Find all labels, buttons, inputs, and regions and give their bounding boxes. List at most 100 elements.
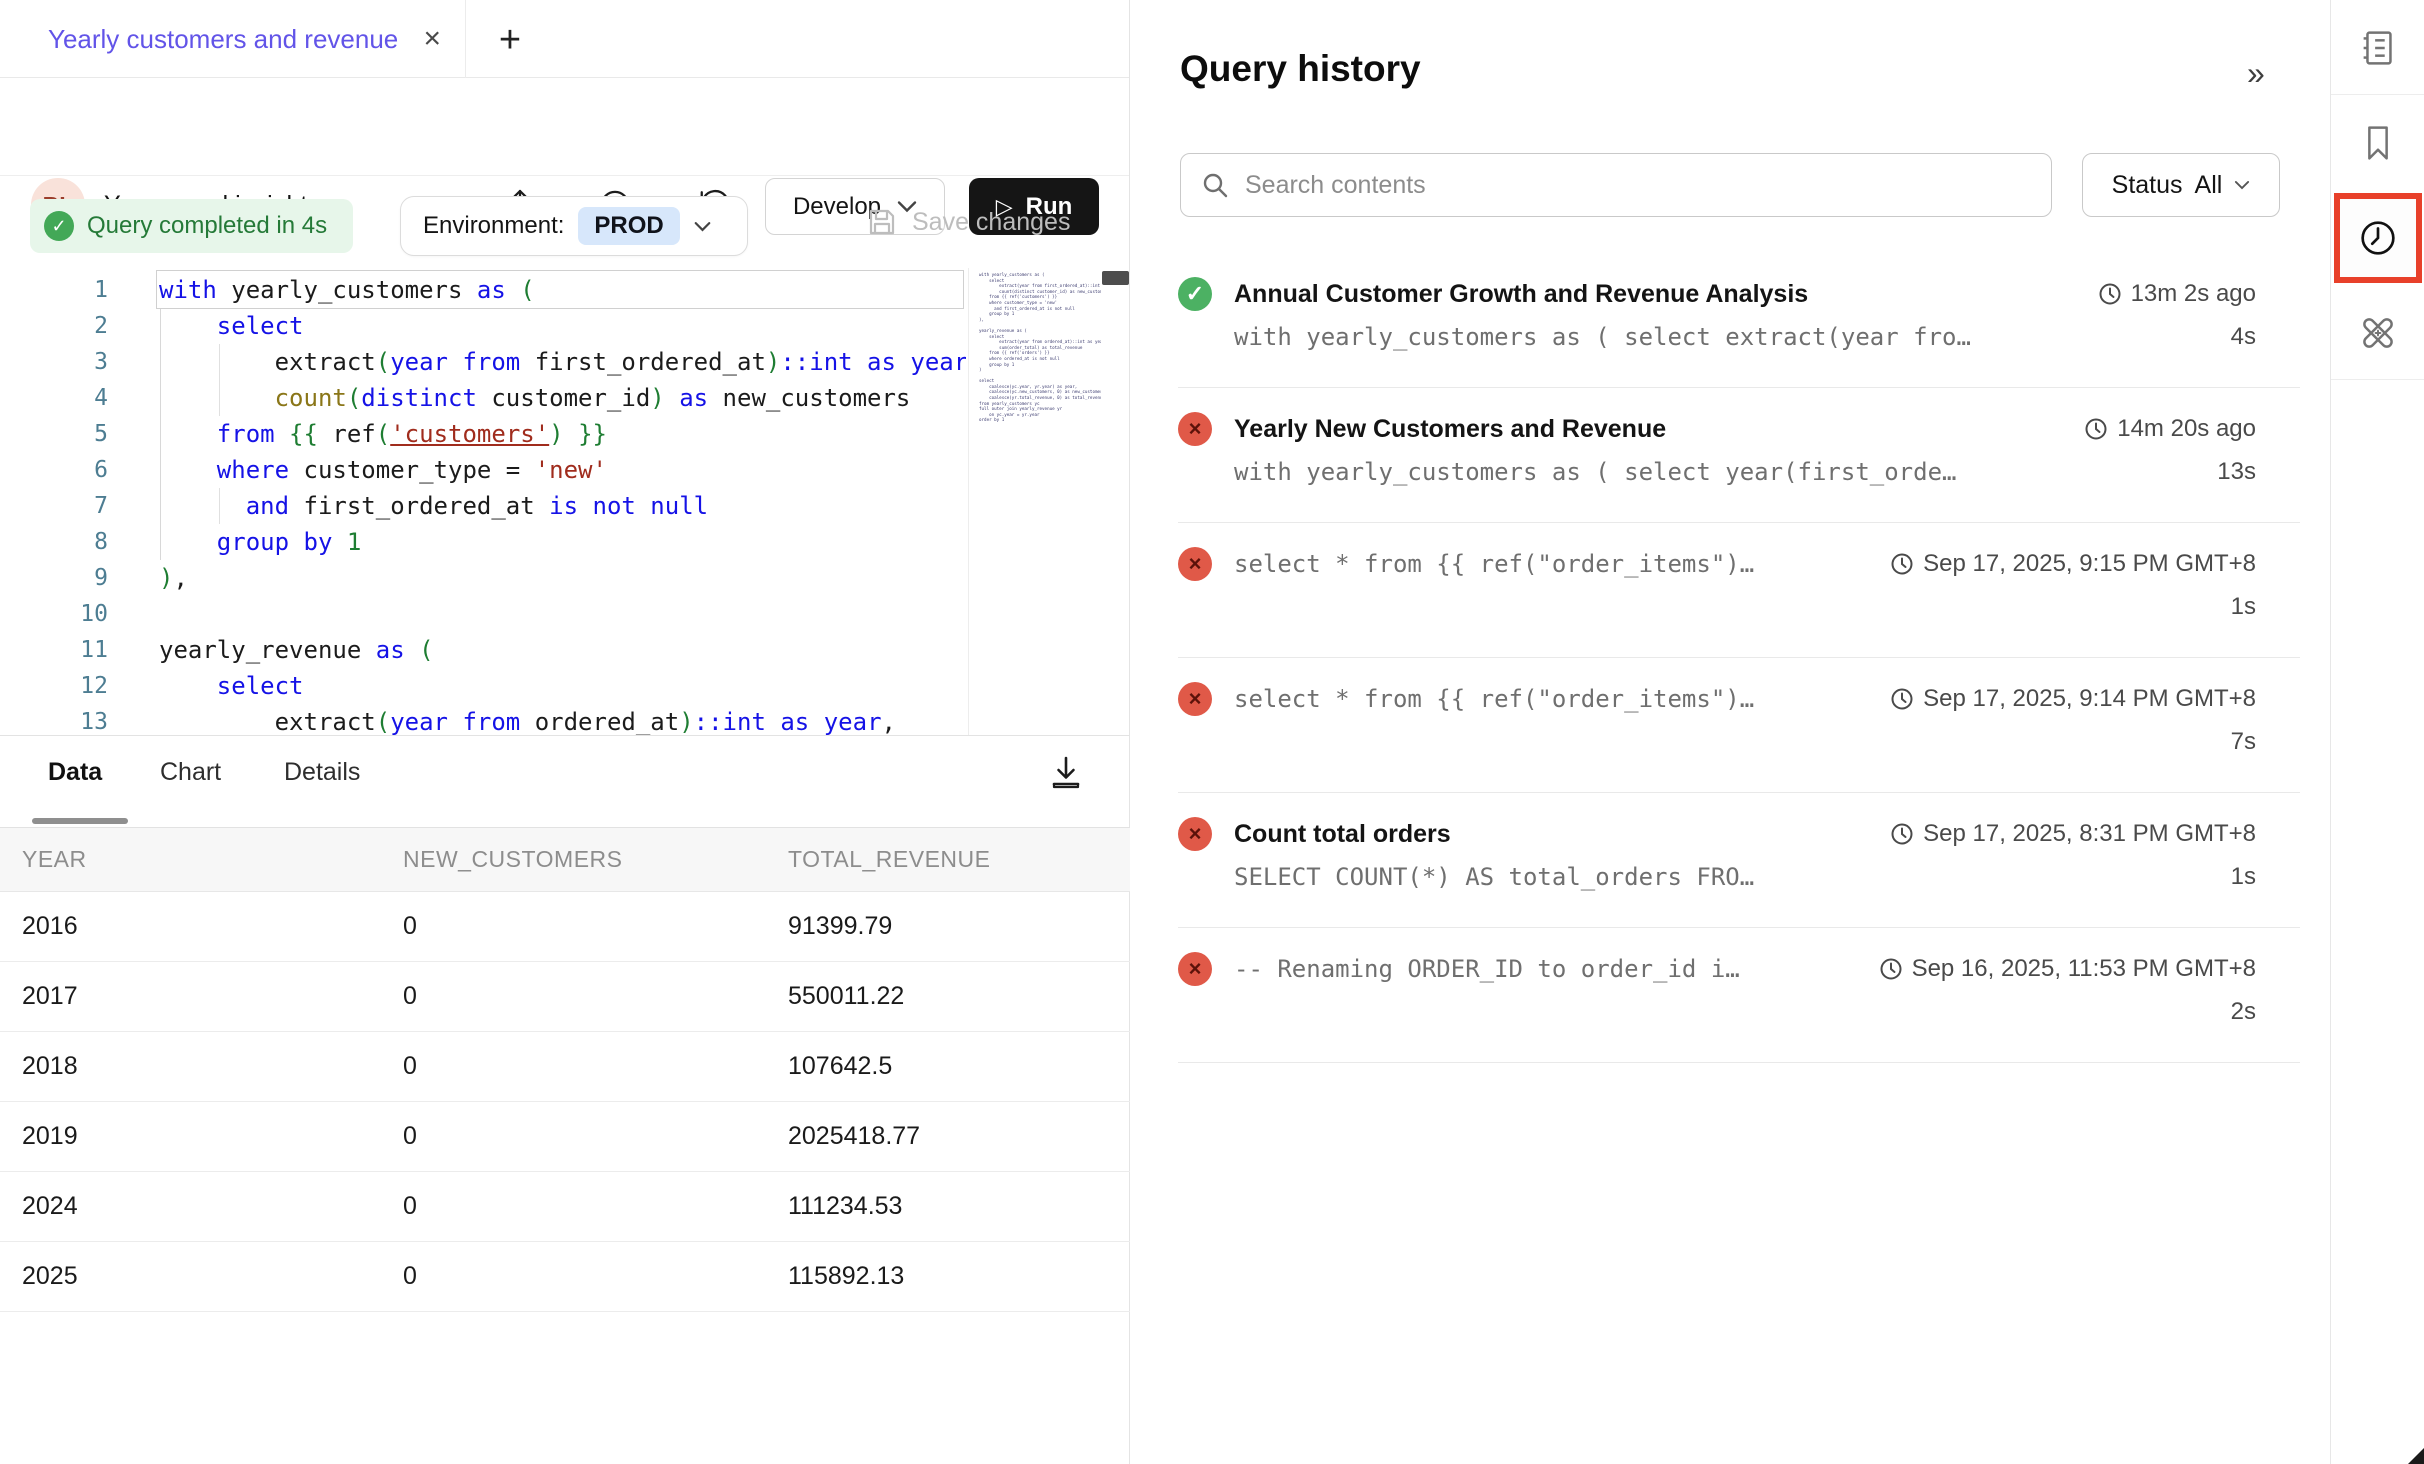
- save-changes-button[interactable]: Save changes: [866, 206, 1070, 238]
- code-line[interactable]: extract(year from first_ordered_at)::int…: [0, 344, 966, 380]
- check-circle-icon: ✓: [44, 211, 74, 241]
- scrollbar-thumb[interactable]: [1102, 271, 1129, 285]
- save-changes-label: Save changes: [912, 208, 1070, 237]
- history-entry[interactable]: × -- Renaming ORDER_ID to order_id i… Se…: [1178, 928, 2300, 1063]
- entry-title: Count total orders: [1234, 820, 1451, 849]
- table-header: YEAR NEW_CUSTOMERS TOTAL_REVENUE: [0, 828, 1130, 892]
- entry-title: Annual Customer Growth and Revenue Analy…: [1234, 280, 1808, 309]
- code-line[interactable]: extract(year from ordered_at)::int as ye…: [0, 704, 966, 735]
- entry-duration: 2s: [2231, 998, 2256, 1026]
- column-header-new-customers: NEW_CUSTOMERS: [403, 846, 623, 873]
- entry-duration: 1s: [2231, 593, 2256, 621]
- error-status-icon: ×: [1178, 547, 1212, 581]
- cell-total-revenue: 115892.13: [788, 1262, 904, 1291]
- entry-query-title: -- Renaming ORDER_ID to order_id i…: [1234, 955, 1740, 983]
- table-row: 2017 0 550011.22: [0, 962, 1130, 1032]
- tab-yearly-customers[interactable]: Yearly customers and revenue ×: [0, 0, 466, 78]
- close-tab-icon[interactable]: ×: [423, 24, 441, 54]
- cell-total-revenue: 111234.53: [788, 1192, 902, 1221]
- new-tab-button[interactable]: +: [488, 18, 532, 62]
- chevron-down-icon: [694, 221, 711, 232]
- code-line[interactable]: with yearly_customers as (: [0, 272, 966, 308]
- bookmark-icon[interactable]: [2331, 95, 2424, 190]
- tab-title: Yearly customers and revenue: [48, 24, 398, 55]
- history-entry[interactable]: ✓ Annual Customer Growth and Revenue Ana…: [1178, 253, 2300, 388]
- rail-divider: [2331, 379, 2424, 380]
- search-input[interactable]: [1245, 171, 2031, 200]
- results-divider: [0, 735, 1130, 736]
- resize-corner: [2408, 1448, 2424, 1464]
- query-history-icon-highlighted[interactable]: [2334, 193, 2422, 283]
- history-entry[interactable]: × Yearly New Customers and Revenue 14m 2…: [1178, 388, 2300, 523]
- sql-editor[interactable]: 12345678910111213 with yearly_customers …: [0, 268, 1130, 735]
- cell-year: 2016: [22, 912, 78, 941]
- entry-time: Sep 17, 2025, 9:15 PM GMT+8: [1890, 550, 2256, 578]
- cell-total-revenue: 550011.22: [788, 982, 904, 1011]
- collapse-panel-icon[interactable]: »: [2247, 55, 2265, 92]
- query-status-text: Query completed in 4s: [87, 212, 327, 240]
- entry-title: Yearly New Customers and Revenue: [1234, 415, 1666, 444]
- query-details-icon[interactable]: [2331, 0, 2424, 95]
- cell-new-customers: 0: [403, 1192, 417, 1221]
- error-status-icon: ×: [1178, 952, 1212, 986]
- code-line[interactable]: and first_ordered_at is not null: [0, 488, 966, 524]
- history-entry[interactable]: × select * from {{ ref("order_items")… S…: [1178, 658, 2300, 793]
- code-line[interactable]: [0, 596, 966, 632]
- column-header-total-revenue: TOTAL_REVENUE: [788, 846, 990, 873]
- code-line[interactable]: select: [0, 668, 966, 704]
- cell-year: 2017: [22, 982, 78, 1011]
- code-line[interactable]: from {{ ref('customers') }}: [0, 416, 966, 452]
- chevron-down-icon: [2234, 180, 2250, 190]
- tab-chart[interactable]: Chart: [160, 758, 221, 787]
- cell-year: 2018: [22, 1052, 78, 1081]
- error-status-icon: ×: [1178, 412, 1212, 446]
- tab-details[interactable]: Details: [284, 758, 360, 787]
- history-entry[interactable]: × Count total orders Sep 17, 2025, 8:31 …: [1178, 793, 2300, 928]
- code-line[interactable]: count(distinct customer_id) as new_custo…: [0, 380, 966, 416]
- download-icon[interactable]: [1046, 752, 1086, 794]
- lineage-icon[interactable]: [2331, 285, 2424, 380]
- entry-time: Sep 17, 2025, 9:14 PM GMT+8: [1890, 685, 2256, 713]
- entry-time: 13m 2s ago: [2098, 280, 2256, 308]
- table-row: 2025 0 115892.13: [0, 1242, 1130, 1312]
- cell-new-customers: 0: [403, 982, 417, 1011]
- cell-total-revenue: 2025418.77: [788, 1122, 920, 1151]
- cell-new-customers: 0: [403, 912, 417, 941]
- clock-icon: [1890, 552, 1914, 576]
- search-icon: [1201, 171, 1229, 199]
- entry-time: 14m 20s ago: [2084, 415, 2256, 443]
- cell-total-revenue: 107642.5: [788, 1052, 892, 1081]
- cell-total-revenue: 91399.79: [788, 912, 892, 941]
- code-line[interactable]: where customer_type = 'new': [0, 452, 966, 488]
- table-row: 2018 0 107642.5: [0, 1032, 1130, 1102]
- entry-time: Sep 16, 2025, 11:53 PM GMT+8: [1879, 955, 2256, 983]
- status-filter-label: Status: [2112, 171, 2183, 200]
- app-window: Yearly customers and revenue × + BL Your…: [0, 0, 2424, 1464]
- success-status-icon: ✓: [1178, 277, 1212, 311]
- environment-value-chip: PROD: [578, 207, 679, 245]
- code-line[interactable]: group by 1: [0, 524, 966, 560]
- error-status-icon: ×: [1178, 817, 1212, 851]
- history-entry[interactable]: × select * from {{ ref("order_items")… S…: [1178, 523, 2300, 658]
- entry-duration: 13s: [2217, 458, 2256, 486]
- editor-panel: Yearly customers and revenue × + BL Your…: [0, 0, 1130, 1464]
- tab-data[interactable]: Data: [48, 758, 102, 787]
- entry-query-title: select * from {{ ref("order_items")…: [1234, 550, 1754, 578]
- entry-query-preview: with yearly_customers as ( select year(f…: [1234, 458, 1956, 486]
- clock-icon: [2084, 417, 2108, 441]
- environment-selector[interactable]: Environment: PROD: [400, 196, 748, 256]
- error-status-icon: ×: [1178, 682, 1212, 716]
- status-filter-button[interactable]: Status All: [2082, 153, 2280, 217]
- clock-icon: [1890, 687, 1914, 711]
- entry-duration: 7s: [2231, 728, 2256, 756]
- history-list: ✓ Annual Customer Growth and Revenue Ana…: [1178, 253, 2300, 1063]
- code-line[interactable]: yearly_revenue as (: [0, 632, 966, 668]
- table-row: 2016 0 91399.79: [0, 892, 1130, 962]
- cell-new-customers: 0: [403, 1262, 417, 1291]
- right-icon-rail: [2330, 0, 2424, 1464]
- editor-minimap[interactable]: with yearly_customers as ( select extrac…: [979, 272, 1101, 712]
- code-line[interactable]: select: [0, 308, 966, 344]
- code-line[interactable]: ),: [0, 560, 966, 596]
- query-status-badge: ✓ Query completed in 4s: [30, 199, 353, 253]
- minimap-divider: [968, 268, 969, 735]
